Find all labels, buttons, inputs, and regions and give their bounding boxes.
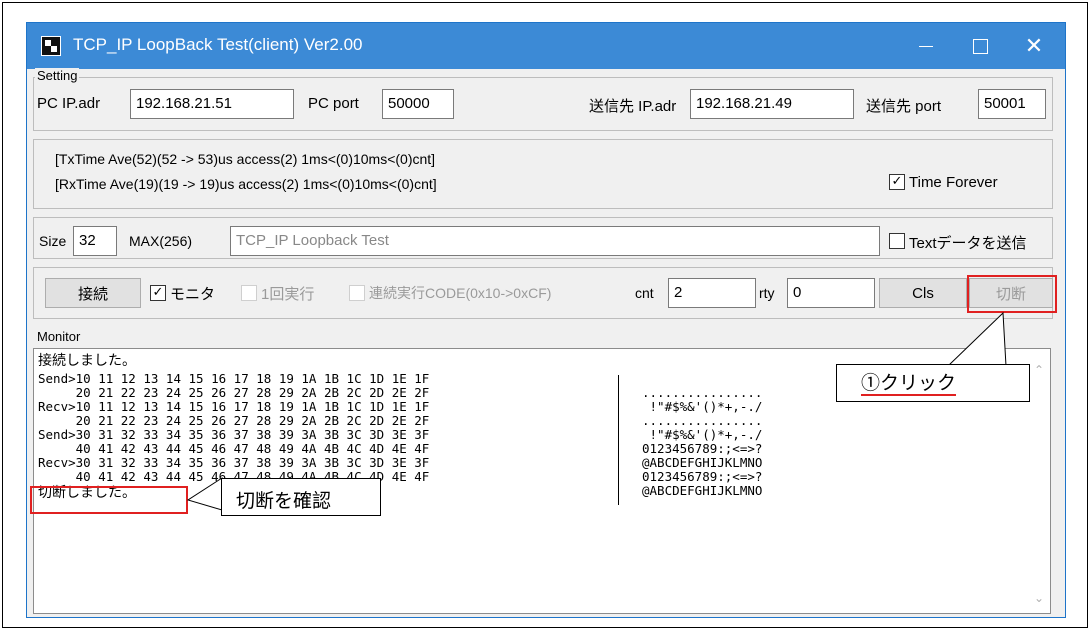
size-label: Size <box>39 233 67 249</box>
dest-ip-label: 送信先 IP.adr <box>589 98 677 115</box>
monitor-ascii: !"#$%&'()*+,-./ <box>642 427 763 442</box>
dest-ip-field[interactable]: 192.168.21.49 <box>690 89 854 119</box>
monitor-ascii: 0123456789:;<=>? <box>642 469 763 484</box>
monitor-group-label: Monitor <box>35 329 83 344</box>
monitor-line: 20 21 22 23 24 25 26 27 28 29 2A 2B 2C 2… <box>38 385 430 400</box>
monitor-checkbox[interactable]: ✓ <box>150 285 166 301</box>
monitor-line: Recv>10 11 12 13 14 15 16 17 18 19 1A 1B… <box>38 399 430 414</box>
cnt-field[interactable]: 2 <box>668 278 756 308</box>
app-icon <box>41 36 61 56</box>
send-text-label: Textデータを送信 <box>909 235 1027 252</box>
click-callout: ①クリック <box>836 364 1030 402</box>
rx-time-text: [RxTime Ave(19)(19 -> 19)us access(2) 1m… <box>55 176 437 192</box>
scroll-up-icon[interactable]: ⌃ <box>1034 363 1044 377</box>
monitor-line-connected: 接続しました。 <box>38 353 136 369</box>
title-bar[interactable]: TCP_IP LoopBack Test(client) Ver2.00 ✕ <box>27 23 1065 69</box>
setting-group-label: Setting <box>35 68 80 83</box>
time-forever-checkbox[interactable]: ✓ <box>889 174 905 190</box>
click-callout-text: ①クリック <box>861 372 957 396</box>
cnt-label: cnt <box>635 285 654 301</box>
rty-field[interactable]: 0 <box>787 278 875 308</box>
scroll-down-icon[interactable]: ⌄ <box>1034 591 1044 605</box>
monitor-line: Recv>30 31 32 33 34 35 36 37 38 39 3A 3B… <box>38 455 430 470</box>
pc-ip-field[interactable]: 192.168.21.51 <box>130 89 294 119</box>
monitor-ascii: 0123456789:;<=>? <box>642 441 763 456</box>
monitor-label: モニタ <box>170 286 216 303</box>
continuous-run-label: 連続実行CODE(0x10->0xCF) <box>369 285 552 301</box>
continuous-run-checkbox[interactable] <box>349 285 365 301</box>
dest-port-label: 送信先 port <box>866 98 942 115</box>
disconnect-highlight <box>967 275 1057 313</box>
cls-button[interactable]: Cls <box>879 278 967 308</box>
connect-button[interactable]: 接続 <box>45 278 141 308</box>
maximize-button[interactable] <box>957 23 1003 69</box>
pc-ip-label: PC IP.adr <box>37 95 101 112</box>
monitor-line: 20 21 22 23 24 25 26 27 28 29 2A 2B 2C 2… <box>38 413 430 428</box>
minimize-button[interactable] <box>903 23 949 69</box>
confirm-callout-text: 切断を確認 <box>236 490 332 512</box>
run-once-checkbox[interactable] <box>241 285 257 301</box>
monitor-separator <box>618 375 619 505</box>
monitor-ascii: @ABCDEFGHIJKLMNO <box>642 455 763 470</box>
monitor-ascii: !"#$%&'()*+,-./ <box>642 399 763 414</box>
rty-label: rty <box>759 285 775 301</box>
window-title: TCP_IP LoopBack Test(client) Ver2.00 <box>73 35 363 54</box>
max-label: MAX(256) <box>129 233 193 249</box>
run-once-label: 1回実行 <box>261 286 315 303</box>
send-text-checkbox[interactable] <box>889 233 905 249</box>
app-window: TCP_IP LoopBack Test(client) Ver2.00 ✕ S… <box>26 22 1066 618</box>
dest-port-field[interactable]: 50001 <box>978 89 1046 119</box>
monitor-line: Send>10 11 12 13 14 15 16 17 18 19 1A 1B… <box>38 371 430 386</box>
confirm-callout: 切断を確認 <box>221 478 381 516</box>
send-text-field[interactable]: TCP_IP Loopback Test <box>230 226 880 256</box>
close-button[interactable]: ✕ <box>1011 23 1057 69</box>
pc-port-label: PC port <box>308 95 359 112</box>
monitor-ascii: ................ <box>642 385 763 400</box>
monitor-ascii: @ABCDEFGHIJKLMNO <box>642 483 763 498</box>
monitor-ascii: ................ <box>642 413 763 428</box>
pc-port-field[interactable]: 50000 <box>382 89 454 119</box>
size-field[interactable]: 32 <box>73 226 117 256</box>
disconnected-highlight <box>30 486 188 514</box>
tx-time-text: [TxTime Ave(52)(52 -> 53)us access(2) 1m… <box>55 151 436 167</box>
monitor-line: Send>30 31 32 33 34 35 36 37 38 39 3A 3B… <box>38 427 430 442</box>
time-forever-label: Time Forever <box>909 174 998 191</box>
monitor-line: 40 41 42 43 44 45 46 47 48 49 4A 4B 4C 4… <box>38 441 430 456</box>
